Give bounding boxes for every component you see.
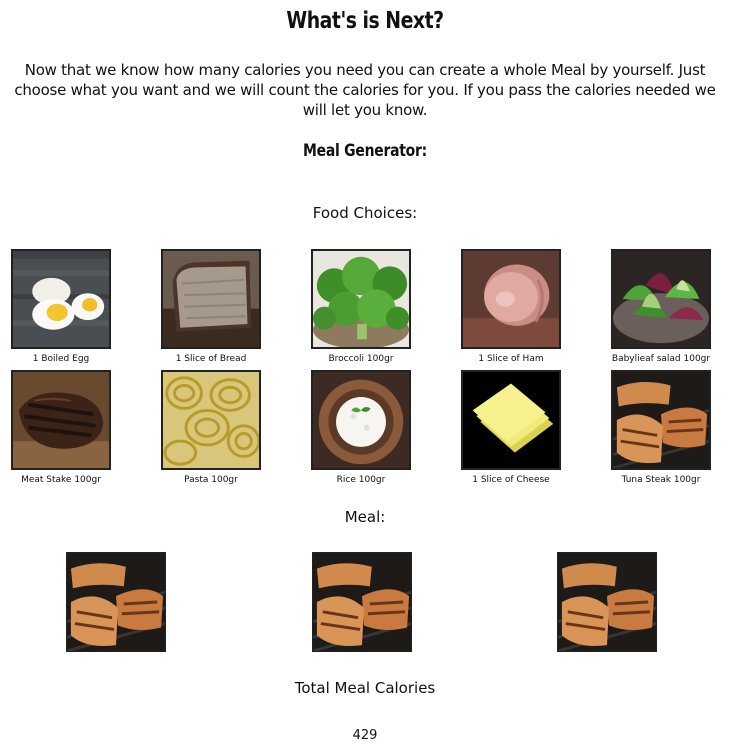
page-title: What's is Next? xyxy=(286,8,444,34)
bread-image xyxy=(163,251,259,347)
food-item-boiled-egg[interactable] xyxy=(11,249,111,349)
food-item-salad[interactable] xyxy=(611,249,711,349)
intro-text: Now that we know how many calories you n… xyxy=(14,61,716,119)
food-item-steak[interactable] xyxy=(11,370,111,470)
meal-item[interactable] xyxy=(66,552,166,652)
food-caption: 1 Slice of Ham xyxy=(478,354,544,364)
total-meal-calories-heading: Total Meal Calories xyxy=(294,679,436,697)
meal-item[interactable] xyxy=(557,552,657,652)
total-meal-calories-value: 429 xyxy=(352,728,378,743)
rice-image xyxy=(313,372,409,468)
boiled-egg-image xyxy=(13,251,109,347)
food-caption: Tuna Steak 100gr xyxy=(621,475,701,485)
food-item-bread[interactable] xyxy=(161,249,261,349)
food-item-cheese[interactable] xyxy=(461,370,561,470)
tuna-steak-image xyxy=(558,553,656,651)
tuna-steak-image xyxy=(313,553,411,651)
broccoli-image xyxy=(313,251,409,347)
pasta-image xyxy=(163,372,259,468)
food-caption: Meat Stake 100gr xyxy=(21,475,101,485)
food-item-broccoli[interactable] xyxy=(311,249,411,349)
food-caption: 1 Slice of Bread xyxy=(175,354,247,364)
food-item-rice[interactable] xyxy=(311,370,411,470)
cheese-image xyxy=(463,372,559,468)
food-choices-heading: Food Choices: xyxy=(312,204,418,222)
food-caption: 1 Boiled Egg xyxy=(32,354,90,364)
tuna-steak-image xyxy=(67,553,165,651)
food-item-pasta[interactable] xyxy=(161,370,261,470)
ham-image xyxy=(463,251,559,347)
food-caption: 1 Slice of Cheese xyxy=(472,475,550,485)
tuna-steak-image xyxy=(613,372,709,468)
meal-item[interactable] xyxy=(312,552,412,652)
food-caption: Broccoli 100gr xyxy=(328,354,394,364)
meal-generator-heading: Meal Generator: xyxy=(303,141,427,161)
food-item-tuna-steak[interactable] xyxy=(611,370,711,470)
food-item-ham[interactable] xyxy=(461,249,561,349)
food-caption: Rice 100gr xyxy=(336,475,386,485)
food-caption: Pasta 100gr xyxy=(184,475,238,485)
salad-image xyxy=(613,251,709,347)
meal-heading: Meal: xyxy=(344,508,386,526)
food-caption: Babylieaf salad 100gr xyxy=(611,354,711,364)
steak-image xyxy=(13,372,109,468)
